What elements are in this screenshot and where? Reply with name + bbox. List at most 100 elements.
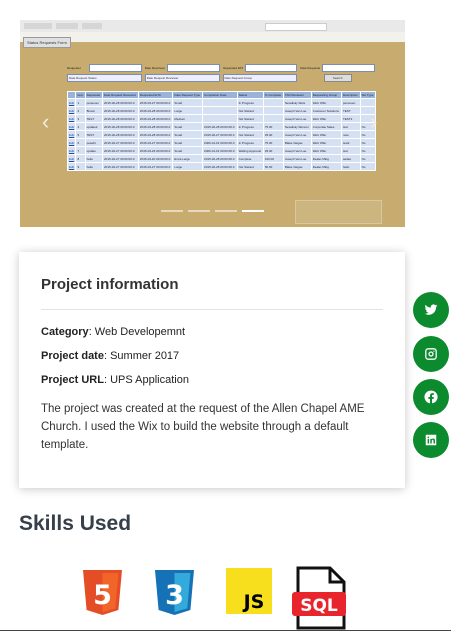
project-url-line: Project URL: UPS Application (41, 374, 189, 386)
table-cell: 2015-03-27 00:00:00.0 (137, 138, 174, 147)
table-cell: 100.00 (262, 154, 284, 163)
table-cell: Large (172, 106, 204, 115)
project-date-line: Project date: Summer 2017 (41, 350, 179, 362)
table-row: Edit 1 perseven 2015-02-28 00:00:00.0 2015-0… (66, 98, 377, 107)
carousel-indicator-active[interactable] (242, 210, 264, 212)
table-cell: 2015-02-27 00:00:00.0 (202, 130, 238, 139)
table-cell: In Progress (236, 138, 264, 147)
filter-label: Date Requested Date (300, 65, 320, 70)
table-cell: 2015-02-28 00:00:00.0 (102, 98, 139, 107)
twitter-button[interactable] (413, 292, 449, 328)
table-cell: Joseph Van Lue (282, 114, 312, 123)
skills-heading: Skills Used (19, 512, 132, 535)
table-cell: update (84, 146, 104, 155)
filter-input (322, 63, 375, 72)
table-cell: In Progress (236, 98, 264, 107)
table-cell: TEST3 (340, 114, 361, 123)
facebook-button[interactable] (413, 379, 449, 415)
edit-link: Edit (66, 122, 77, 131)
table-cell: Joseph Van Lue (282, 154, 312, 163)
carousel-indicator[interactable] (215, 210, 237, 212)
javascript-logo: JS (226, 568, 272, 619)
carousel-prev-arrow-icon[interactable]: ‹ (42, 111, 49, 133)
project-date-label: Project date (41, 350, 104, 362)
project-image-carousel: Status Requests Form Requester Date Rece… (20, 20, 405, 227)
sql-text: SQL (300, 596, 338, 616)
table-cell: hello (84, 154, 104, 163)
table-header-cell: Requested ETA (137, 91, 174, 99)
table-cell: Not Started (236, 114, 264, 123)
table-header-cell: Date Request Type (172, 91, 204, 99)
edit-link: Edit (66, 106, 77, 115)
table-cell: TEST (84, 130, 104, 139)
divider (41, 309, 383, 310)
table-cell: 2015-02-28 00:00:00.0 (102, 114, 139, 123)
table-row: Edit 9 hello 2015-02-27 00:00:00.0 2015-03-2… (66, 162, 377, 171)
table-header-cell: Description (340, 91, 361, 99)
table-cell: 2015-02-28 00:00:00.0 (102, 130, 139, 139)
instagram-button[interactable] (413, 336, 449, 372)
table-cell: In Progress (236, 122, 264, 131)
app-header (20, 32, 405, 42)
carousel-indicator[interactable] (161, 210, 183, 212)
edit-link: Edit (66, 154, 77, 163)
table-cell: 2000-01-01 00:00:00.0 (202, 138, 238, 147)
table-row: Edit 5 TEST 2015-02-28 00:00:00.0 2015-03-28… (66, 130, 377, 139)
table-cell: 2015-03-28 00:00:00.0 (137, 122, 174, 131)
table-row: Edit 7 update 2015-02-27 00:00:00.0 2015-03-… (66, 146, 377, 155)
table-cell: 2000-01-01 00:00:00.0 (202, 146, 238, 155)
linkedin-button[interactable] (413, 422, 449, 458)
table-cell: No (359, 146, 377, 155)
table-cell: Not Started (236, 106, 264, 115)
table-cell: Small (172, 138, 204, 147)
table-cell: Extra Large (172, 154, 204, 163)
carousel-next-arrow-icon[interactable]: › (370, 111, 377, 133)
project-info-card: Project information Category: Web Develo… (19, 252, 405, 488)
table-cell: 2015-02-27 00:00:00.0 (102, 146, 139, 155)
carousel-indicator[interactable] (188, 210, 210, 212)
table-cell: 2015-02-28 00:00:00.0 (102, 106, 139, 115)
table-cell: Dealer Mktg (310, 162, 342, 171)
table-cell: Blake Vargas (282, 138, 312, 147)
table-row: Edit 8 hello 2015-02-27 00:00:00.0 2015-03-2… (66, 154, 377, 163)
table-cell: Web Offer (310, 98, 342, 107)
sql-logo: SQL (290, 566, 352, 635)
table-cell: Joseph Van Lue (282, 146, 312, 155)
table-row: Edit 2 Brown 2015-02-28 00:00:00.0 2015-03-2… (66, 106, 377, 115)
table-cell: Web Offer (310, 130, 342, 139)
table-cell (202, 98, 238, 107)
table-cell: TEST (340, 106, 361, 115)
filter-panel: Requester Date Received Requested ETA Da… (67, 63, 375, 86)
filter-select: Date Request Group (222, 73, 298, 82)
table-cell: 2015-03-28 00:00:00.0 (137, 130, 174, 139)
table-cell: 2015-03-27 00:00:00.0 (137, 162, 174, 171)
table-header-cell: Set Type (359, 91, 377, 99)
category-line: Category: Web Developemnt (41, 326, 185, 338)
status-requests-form-button: Status Requests Form (23, 37, 71, 48)
filter-label: Date Received (144, 65, 165, 70)
table-cell: Customer Solutions (310, 106, 342, 115)
table-cell: No (359, 138, 377, 147)
project-date-value: : Summer 2017 (103, 350, 180, 362)
table-cell: 25.00 (262, 146, 284, 155)
table-cell: 2015-03-28 00:00:00.0 (137, 114, 174, 123)
html5-number: 5 (93, 580, 112, 611)
table-header-cell (66, 91, 77, 99)
twitter-icon (424, 304, 438, 315)
filter-select: Date Request Reviewer (144, 73, 220, 82)
table-header-cell: Requesting Group (310, 91, 342, 99)
table-cell (202, 106, 238, 115)
table-cell: test (340, 122, 361, 131)
table-cell: update2 (84, 122, 104, 131)
edit-link: Edit (66, 98, 77, 107)
table-cell: Not Started (236, 162, 264, 171)
table-cell: 75.00 (262, 122, 284, 131)
table-cell: 50.00 (262, 162, 284, 171)
css3-number: 3 (165, 580, 184, 611)
table-header-cell: Date Request Received (102, 91, 139, 99)
table-cell: perseven (84, 98, 104, 107)
instagram-icon (425, 348, 437, 360)
browser-tab (24, 23, 52, 29)
table-cell: 25.00 (262, 130, 284, 139)
table-header-cell: Completion Date (202, 91, 238, 99)
